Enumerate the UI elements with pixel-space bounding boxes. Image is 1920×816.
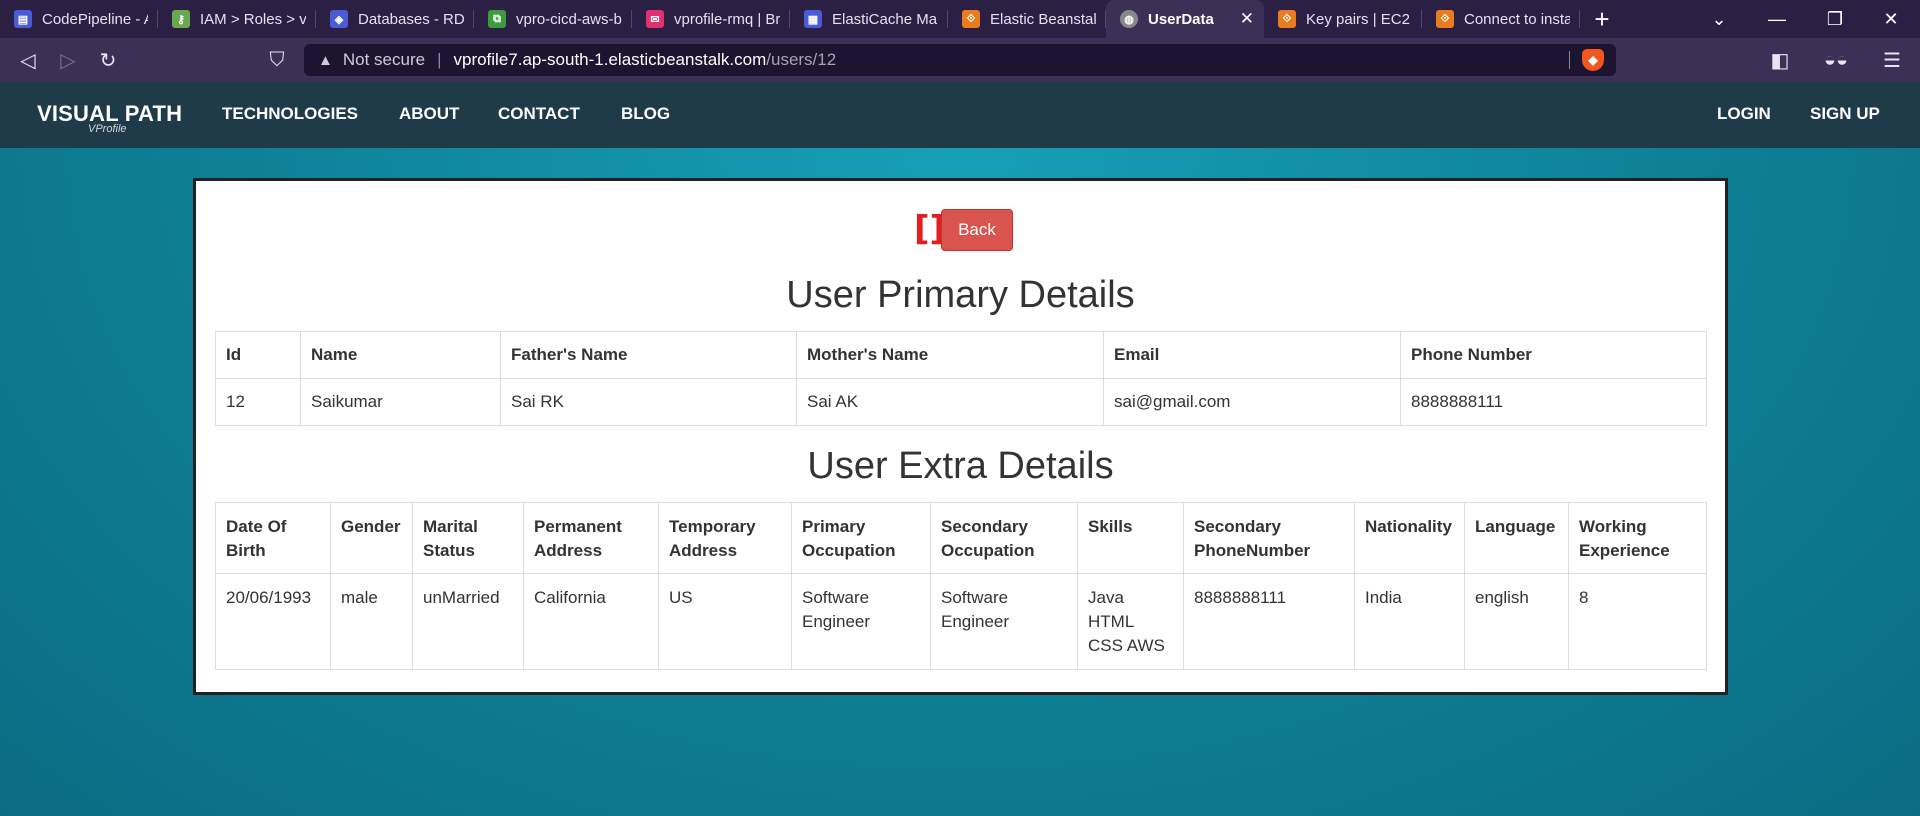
cell-secondary-occupation: Software Engineer (930, 573, 1078, 670)
brand-subtitle: VProfile (88, 123, 127, 135)
mq-icon: ✉ (646, 10, 664, 28)
table-row: 12 Saikumar Sai RK Sai AK sai@gmail.com … (215, 378, 1707, 426)
header-primary-occupation: Primary Occupation (791, 502, 931, 574)
tab-beanstalk[interactable]: ⟐ Elastic Beanstalk (948, 0, 1106, 38)
tab-codebuild[interactable]: ⧉ vpro-cicd-aws-bu (474, 0, 632, 38)
elasticache-icon: ▦ (804, 10, 822, 28)
header-nationality: Nationality (1354, 502, 1465, 574)
globe-icon: ◍ (1120, 10, 1138, 28)
codebuild-icon: ⧉ (488, 10, 506, 28)
cell-working-experience: 8 (1568, 573, 1707, 670)
tab-userdata[interactable]: ◍ UserData ✕ (1106, 0, 1264, 38)
nav-contact[interactable]: CONTACT (498, 104, 580, 124)
user-details-panel: [] Back User Primary Details Id Name Fat… (193, 178, 1728, 695)
header-email: Email (1103, 331, 1401, 379)
cell-secondary-phone: 8888888111 (1183, 573, 1355, 670)
header-marital-status: Marital Status (412, 502, 524, 574)
sidebar-toggle-icon[interactable]: ◧ (1760, 38, 1800, 82)
reload-icon[interactable]: ↻ (88, 38, 128, 82)
cell-name: Saikumar (300, 378, 501, 426)
bookmark-icon[interactable]: ⛉ (257, 38, 297, 82)
tab-keypairs[interactable]: ⟐Key pairs | EC2 M (1264, 0, 1422, 38)
cell-marital-status: unMarried (412, 573, 524, 670)
header-id: Id (215, 331, 301, 379)
cell-language: english (1464, 573, 1569, 670)
browser-tab-strip: ▤CodePipeline - AWS ⚷IAM > Roles > vpro … (0, 0, 1920, 38)
table-header-row: Id Name Father's Name Mother's Name Emai… (215, 331, 1707, 379)
cell-phone: 8888888111 (1400, 378, 1707, 426)
header-father-name: Father's Name (500, 331, 797, 379)
address-bar[interactable]: ▲ Not secure | vprofile7.ap-south-1.elas… (304, 44, 1616, 76)
beanstalk-icon: ⟐ (962, 10, 980, 28)
tab-connect[interactable]: ⟐ Connect to instan (1422, 0, 1580, 38)
table-row: 20/06/1993 male unMarried California US … (215, 573, 1707, 670)
rds-icon: ◈ (330, 10, 348, 28)
back-arrow-icon[interactable]: ◁ (8, 38, 48, 82)
nav-technologies[interactable]: TECHNOLOGIES (222, 104, 358, 124)
header-secondary-phone: Secondary PhoneNumber (1183, 502, 1355, 574)
primary-details-title: User Primary Details (786, 274, 1135, 316)
codepipeline-icon: ▤ (14, 10, 32, 28)
cell-email: sai@gmail.com (1103, 378, 1401, 426)
close-window-icon[interactable]: ✕ (1862, 0, 1920, 38)
menu-icon[interactable]: ☰ (1872, 38, 1912, 82)
nav-login[interactable]: LOGIN (1717, 104, 1771, 124)
cell-dob: 20/06/1993 (215, 573, 331, 670)
cell-nationality: India (1354, 573, 1465, 670)
cell-gender: male (330, 573, 413, 670)
new-tab-icon[interactable]: + (1580, 0, 1624, 38)
header-gender: Gender (330, 502, 413, 574)
tab-codepipeline[interactable]: ▤CodePipeline - AWS (0, 0, 158, 38)
cell-temporary-address: US (658, 573, 792, 670)
nav-about[interactable]: ABOUT (399, 104, 459, 124)
primary-details-table: Id Name Father's Name Mother's Name Emai… (215, 331, 1707, 426)
ec2-icon: ⟐ (1278, 10, 1296, 28)
nav-blog[interactable]: BLOG (621, 104, 670, 124)
header-phone: Phone Number (1400, 331, 1707, 379)
restore-icon[interactable]: ❐ (1806, 0, 1864, 38)
tab-search-chevron-icon[interactable]: ⌄ (1690, 0, 1748, 38)
warning-icon: ▲ (318, 51, 333, 69)
header-dob: Date Of Birth (215, 502, 331, 574)
header-language: Language (1464, 502, 1569, 574)
tab-rds[interactable]: ◈ Databases - RDS (316, 0, 474, 38)
private-glasses-icon[interactable]: ◒◒ (1816, 38, 1856, 82)
forward-arrow-icon[interactable]: ▷ (48, 38, 88, 82)
url-host: vprofile7.ap-south-1.elasticbeanstalk.co… (453, 50, 767, 69)
table-header-row: Date Of Birth Gender Marital Status Perm… (215, 502, 1707, 574)
cell-permanent-address: California (523, 573, 659, 670)
header-skills: Skills (1077, 502, 1184, 574)
brave-shield-icon[interactable]: ◆ (1582, 49, 1604, 71)
browser-toolbar: ◁ ▷ ↻ ⛉ ▲ Not secure | vprofile7.ap-sout… (0, 38, 1920, 82)
iam-key-icon: ⚷ (172, 10, 190, 28)
ec2-icon: ⟐ (1436, 10, 1454, 28)
cell-father-name: Sai RK (500, 378, 797, 426)
header-permanent-address: Permanent Address (523, 502, 659, 574)
extra-details-table: Date Of Birth Gender Marital Status Perm… (215, 502, 1707, 670)
security-status: Not secure (342, 50, 426, 69)
cell-mother-name: Sai AK (796, 378, 1104, 426)
minimize-icon[interactable]: — (1748, 0, 1806, 38)
tab-rmq[interactable]: ✉ vprofile-rmq | Bro (632, 0, 790, 38)
nav-signup[interactable]: SIGN UP (1810, 104, 1880, 124)
extra-details-title: User Extra Details (807, 445, 1114, 487)
header-working-experience: Working Experience (1568, 502, 1707, 574)
url-path: /users/12 (766, 50, 837, 69)
cell-primary-occupation: Software Engineer (791, 573, 931, 670)
close-tab-icon[interactable]: ✕ (1240, 9, 1254, 29)
header-secondary-occupation: Secondary Occupation (930, 502, 1078, 574)
site-navbar: VISUAL PATH VProfile TECHNOLOGIES ABOUT … (0, 82, 1920, 148)
header-mother-name: Mother's Name (796, 331, 1104, 379)
tab-elasticache[interactable]: ▦ElastiCache Mana (790, 0, 948, 38)
header-name: Name (300, 331, 501, 379)
back-button[interactable]: Back (941, 209, 1013, 251)
tab-iam[interactable]: ⚷IAM > Roles > vpro (158, 0, 316, 38)
cell-id: 12 (215, 378, 301, 426)
header-temporary-address: Temporary Address (658, 502, 792, 574)
cell-skills: Java HTML CSS AWS (1077, 573, 1184, 670)
